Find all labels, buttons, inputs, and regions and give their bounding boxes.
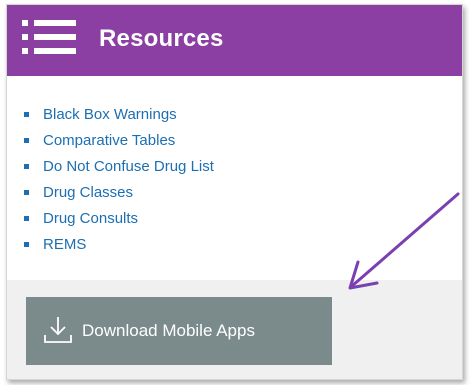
resource-link-label[interactable]: Comparative Tables (43, 132, 175, 149)
resource-link-label[interactable]: Do Not Confuse Drug List (43, 158, 214, 175)
download-mobile-apps-label: Download Mobile Apps (82, 321, 255, 340)
download-icon (44, 317, 72, 343)
resource-link-label[interactable]: Black Box Warnings (43, 106, 177, 123)
menu-icon[interactable] (22, 18, 77, 56)
bullet-icon (24, 190, 29, 195)
bullet-icon (24, 164, 29, 169)
resources-header: Resources (7, 5, 462, 76)
resource-link-label[interactable]: Drug Classes (43, 184, 133, 201)
resources-title: Resources (99, 25, 224, 52)
resource-link-comparative-tables[interactable]: Comparative Tables (17, 128, 214, 154)
resource-link-drug-classes[interactable]: Drug Classes (17, 180, 214, 206)
bullet-icon (24, 138, 29, 143)
bullet-icon (24, 216, 29, 221)
bullet-icon (24, 242, 29, 247)
download-mobile-apps-button[interactable]: Download Mobile Apps (26, 297, 332, 365)
resources-links-area: Black Box Warnings Comparative Tables Do… (7, 76, 462, 280)
resources-link-list: Black Box Warnings Comparative Tables Do… (17, 102, 214, 258)
resource-link-do-not-confuse[interactable]: Do Not Confuse Drug List (17, 154, 214, 180)
resource-link-rems[interactable]: REMS (17, 232, 214, 258)
page: Resources Black Box Warnings Comparative… (0, 0, 476, 385)
resource-link-label[interactable]: REMS (43, 236, 86, 253)
resource-link-black-box-warnings[interactable]: Black Box Warnings (17, 102, 214, 128)
bullet-icon (24, 112, 29, 117)
resources-panel: Resources Black Box Warnings Comparative… (6, 4, 463, 380)
resource-link-drug-consults[interactable]: Drug Consults (17, 206, 214, 232)
resource-link-label[interactable]: Drug Consults (43, 210, 138, 227)
